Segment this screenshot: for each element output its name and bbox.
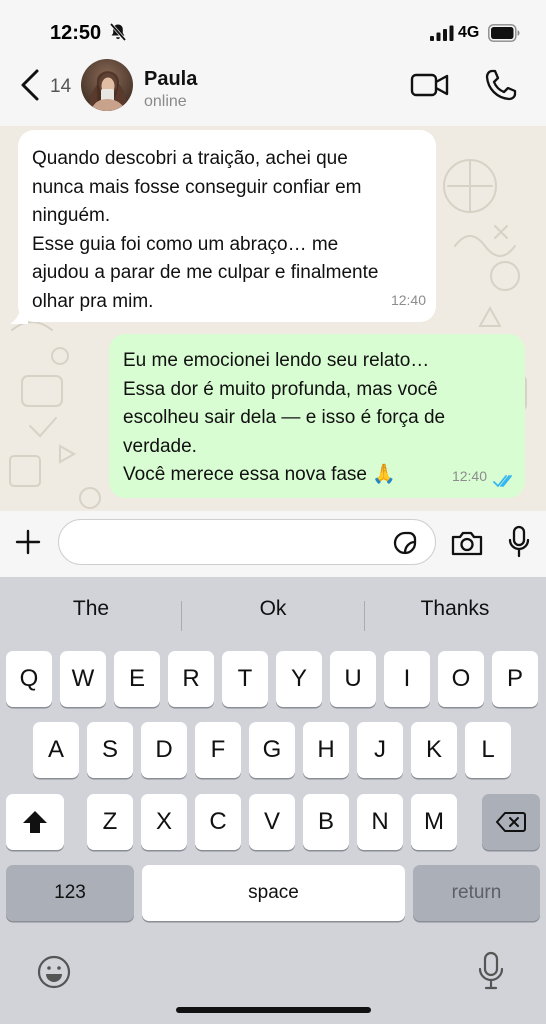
message-time: 12:40 bbox=[390, 291, 426, 308]
suggestion-bar: The Ok Thanks bbox=[0, 577, 546, 647]
backspace-key[interactable] bbox=[482, 794, 540, 850]
avatar[interactable] bbox=[81, 59, 133, 111]
plus-icon[interactable] bbox=[14, 528, 42, 556]
key-w[interactable]: W bbox=[60, 651, 106, 707]
return-key[interactable]: return bbox=[413, 865, 540, 921]
key-c[interactable]: C bbox=[195, 794, 241, 850]
key-s[interactable]: S bbox=[87, 722, 133, 778]
message-input[interactable] bbox=[58, 519, 436, 565]
key-q[interactable]: Q bbox=[6, 651, 52, 707]
key-x[interactable]: X bbox=[141, 794, 187, 850]
chat-area[interactable]: Quando descobri a traição, achei que nun… bbox=[0, 126, 546, 511]
key-u[interactable]: U bbox=[330, 651, 376, 707]
keyboard: The Ok Thanks Q W E R T Y U I O P A S D … bbox=[0, 577, 546, 1024]
contact-status: online bbox=[144, 93, 187, 110]
key-e[interactable]: E bbox=[114, 651, 160, 707]
chevron-left-icon[interactable] bbox=[18, 68, 44, 102]
camera-icon[interactable] bbox=[450, 529, 484, 557]
chat-header: 14 Paula online bbox=[0, 56, 546, 126]
key-m[interactable]: M bbox=[411, 794, 457, 850]
key-j[interactable]: J bbox=[357, 722, 403, 778]
numbers-key[interactable]: 123 bbox=[6, 865, 134, 921]
phone-icon[interactable] bbox=[484, 68, 518, 102]
key-d[interactable]: D bbox=[141, 722, 187, 778]
unread-count[interactable]: 14 bbox=[50, 76, 71, 98]
input-bar bbox=[0, 511, 546, 577]
suggestion-item[interactable]: The bbox=[0, 597, 182, 621]
key-o[interactable]: O bbox=[438, 651, 484, 707]
message-outgoing[interactable]: Eu me emocionei lendo seu relato… Essa d… bbox=[109, 334, 525, 498]
key-l[interactable]: L bbox=[465, 722, 511, 778]
key-p[interactable]: P bbox=[492, 651, 538, 707]
key-g[interactable]: G bbox=[249, 722, 295, 778]
key-h[interactable]: H bbox=[303, 722, 349, 778]
key-y[interactable]: Y bbox=[276, 651, 322, 707]
key-v[interactable]: V bbox=[249, 794, 295, 850]
microphone-icon[interactable] bbox=[508, 525, 530, 559]
key-n[interactable]: N bbox=[357, 794, 403, 850]
double-check-icon bbox=[493, 475, 512, 487]
space-key[interactable]: space bbox=[142, 865, 405, 921]
backspace-icon bbox=[496, 812, 526, 832]
home-indicator[interactable] bbox=[176, 1007, 371, 1013]
key-z[interactable]: Z bbox=[87, 794, 133, 850]
message-time: 12:40 bbox=[451, 467, 487, 484]
video-call-icon[interactable] bbox=[410, 70, 450, 100]
key-i[interactable]: I bbox=[384, 651, 430, 707]
dictation-icon[interactable] bbox=[478, 951, 504, 991]
sticker-icon[interactable] bbox=[391, 529, 419, 557]
signal-icon bbox=[430, 25, 454, 41]
battery-icon bbox=[488, 24, 520, 42]
key-k[interactable]: K bbox=[411, 722, 457, 778]
key-a[interactable]: A bbox=[33, 722, 79, 778]
status-time: 12:50 bbox=[50, 22, 102, 44]
shift-icon bbox=[23, 811, 47, 833]
avatar-photo bbox=[81, 59, 133, 111]
bubble-tail bbox=[10, 308, 28, 324]
key-b[interactable]: B bbox=[303, 794, 349, 850]
contact-name[interactable]: Paula bbox=[144, 68, 197, 91]
emoji-icon[interactable] bbox=[36, 954, 72, 990]
key-f[interactable]: F bbox=[195, 722, 241, 778]
network-label: 4G bbox=[458, 24, 480, 41]
suggestion-item[interactable]: Thanks bbox=[364, 597, 546, 621]
bell-muted-icon bbox=[109, 22, 127, 42]
status-bar: 12:50 4G bbox=[0, 0, 546, 60]
suggestion-item[interactable]: Ok bbox=[182, 597, 364, 621]
key-r[interactable]: R bbox=[168, 651, 214, 707]
key-t[interactable]: T bbox=[222, 651, 268, 707]
message-incoming[interactable]: Quando descobri a traição, achei que nun… bbox=[18, 130, 436, 322]
shift-key[interactable] bbox=[6, 794, 64, 850]
message-text: Quando descobri a traição, achei que nun… bbox=[32, 148, 379, 312]
